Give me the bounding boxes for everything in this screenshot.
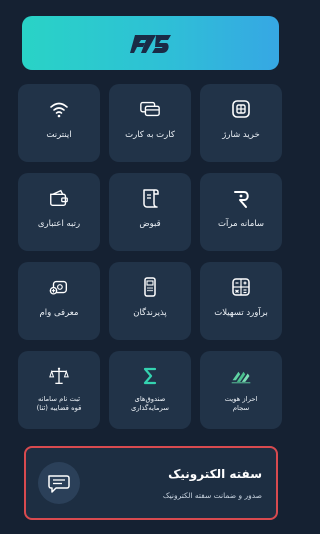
wifi-icon <box>48 98 70 120</box>
merat-icon <box>230 187 252 209</box>
tile-label: پذیرندگان <box>133 308 167 318</box>
tile-merat[interactable]: سامانه مرآت <box>200 173 282 251</box>
tile-label: کارت به کارت <box>125 130 175 140</box>
tile-label: معرفی وام <box>39 308 79 318</box>
card-title: سفته الکترونیک <box>168 466 262 481</box>
tile-sana-registration[interactable]: ثبت نام سامانه قوه قضاییه (ثنا) <box>18 351 100 429</box>
sejam-icon <box>230 365 252 387</box>
tile-merchants[interactable]: پذیرندگان <box>109 262 191 340</box>
electronic-promissory-note-card[interactable]: سفته الکترونیک صدور و ضمانت سفته الکترون… <box>24 446 278 520</box>
tile-sejam[interactable]: احراز هویت سجام <box>200 351 282 429</box>
tile-loan-estimate[interactable]: برآورد تسهیلات <box>200 262 282 340</box>
tile-internet[interactable]: اینترنت <box>18 84 100 162</box>
services-grid: خرید شارژ کارت به کارت اینترنت سامانه مر… <box>18 84 282 429</box>
tile-label: خرید شارژ <box>222 130 260 140</box>
tile-card-to-card[interactable]: کارت به کارت <box>109 84 191 162</box>
tile-label: قبوض <box>139 219 161 229</box>
card-texts: سفته الکترونیک صدور و ضمانت سفته الکترون… <box>88 467 262 500</box>
tile-buy-charge[interactable]: خرید شارژ <box>200 84 282 162</box>
tile-label: برآورد تسهیلات <box>214 308 268 318</box>
justice-scale-icon <box>48 365 70 387</box>
sigma-icon <box>139 365 161 387</box>
tile-label: رتبه اعتباری <box>37 219 81 229</box>
tile-label: احراز هویت سجام <box>224 395 258 413</box>
cards-transfer-icon <box>139 98 161 120</box>
calculator-icon <box>230 276 252 298</box>
tile-label: صندوق‌های سرمایه‌گذاری <box>131 395 169 413</box>
loan-icon <box>48 276 70 298</box>
tile-credit-score[interactable]: رتبه اعتباری <box>18 173 100 251</box>
tile-bills[interactable]: قبوض <box>109 173 191 251</box>
promissory-note-icon <box>48 475 70 493</box>
pos-terminal-icon <box>139 276 161 298</box>
tile-label: اینترنت <box>46 130 72 140</box>
credit-score-icon <box>48 187 70 209</box>
card-subtitle: صدور و ضمانت سفته الکترونیک <box>162 490 262 500</box>
bill-icon <box>139 187 161 209</box>
sim-charge-icon <box>230 98 252 120</box>
card-icon-badge <box>38 462 80 504</box>
tile-label: ثبت نام سامانه قوه قضاییه (ثنا) <box>36 395 82 413</box>
tile-label: سامانه مرآت <box>217 219 265 229</box>
app-logo <box>129 35 171 53</box>
tile-loan-intro[interactable]: معرفی وام <box>18 262 100 340</box>
tile-investment-funds[interactable]: صندوق‌های سرمایه‌گذاری <box>109 351 191 429</box>
header-banner <box>22 16 279 70</box>
